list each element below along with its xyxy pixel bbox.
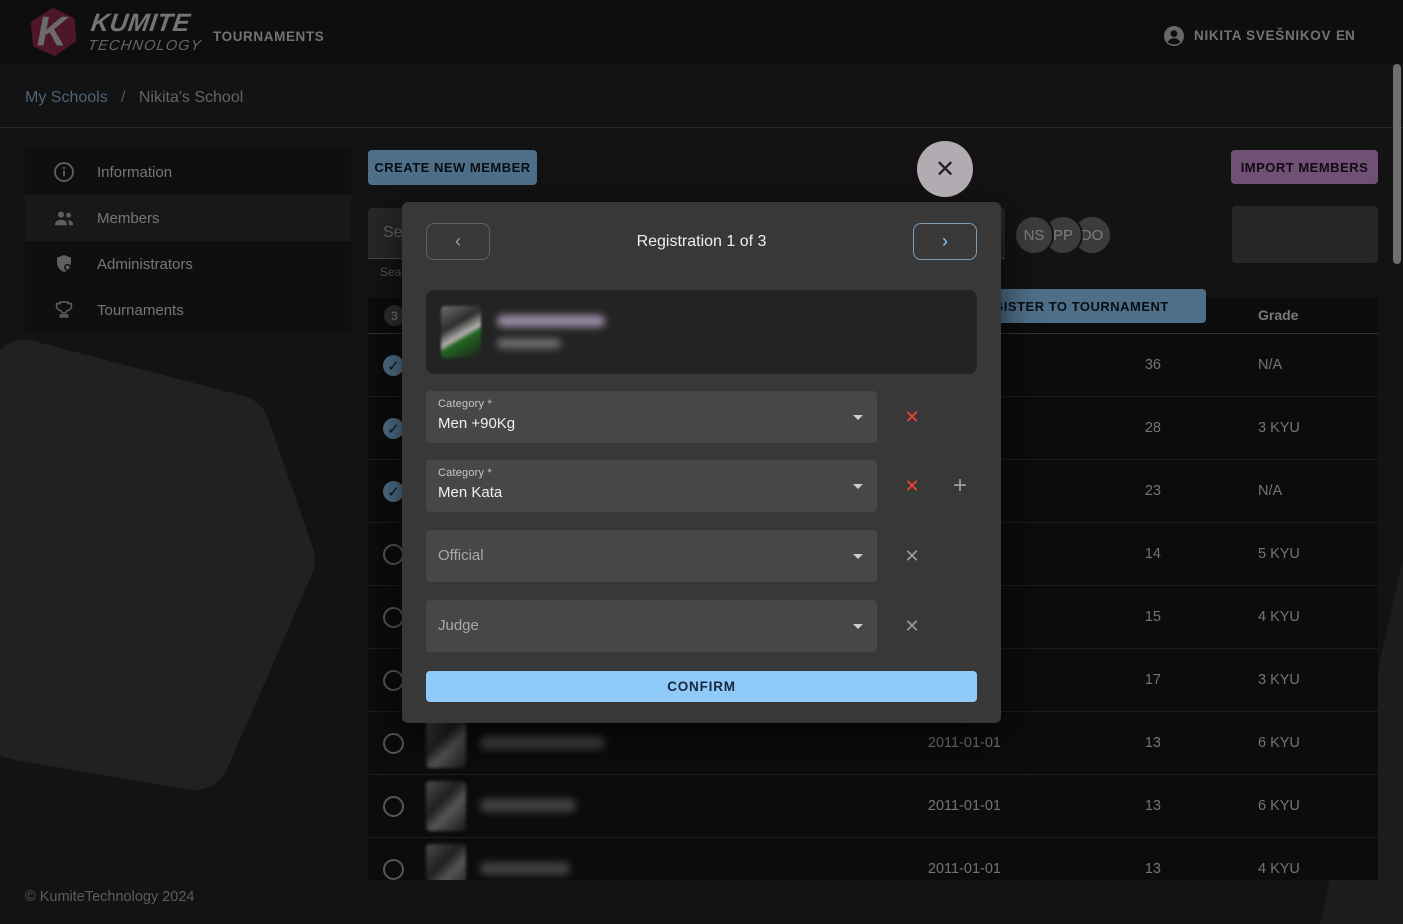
chevron-down-icon — [853, 624, 863, 629]
judge-select[interactable]: Judge — [426, 600, 877, 652]
clear-role-button[interactable]: ✕ — [896, 540, 928, 572]
app-root: K KUMITE TECHNOLOGY TOURNAMENTS NIKITA S… — [0, 0, 1403, 924]
member-birthday-redacted — [497, 339, 561, 348]
registration-modal: ‹ Registration 1 of 3 › Category *Men +9… — [402, 202, 1001, 723]
add-category-button[interactable]: + — [944, 470, 976, 502]
category-select[interactable]: Category * Men +90Kg — [426, 391, 877, 443]
confirm-button[interactable]: CONFIRM — [426, 671, 977, 702]
member-photo-redacted — [441, 306, 481, 358]
chevron-down-icon — [853, 484, 863, 489]
official-select[interactable]: Official — [426, 530, 877, 582]
registration-title: Registration 1 of 3 — [402, 233, 1001, 251]
member-summary-card — [426, 290, 977, 374]
chevron-down-icon — [853, 415, 863, 420]
close-icon: ✕ — [935, 155, 955, 184]
field-value: Men Kata — [438, 484, 502, 501]
chevron-down-icon — [853, 554, 863, 559]
field-value: Men +90Kg — [438, 415, 515, 432]
member-name-redacted — [497, 315, 605, 327]
remove-category-button[interactable]: ✕ — [896, 470, 928, 502]
category-select[interactable]: Category * Men Kata — [426, 460, 877, 512]
clear-role-button[interactable]: ✕ — [896, 610, 928, 642]
field-label: Category * — [438, 467, 492, 479]
field-value: Official — [438, 547, 484, 564]
scrollbar-thumb[interactable] — [1393, 64, 1401, 264]
modal-close-button[interactable]: ✕ — [917, 141, 973, 197]
field-value: Judge — [438, 617, 479, 634]
next-registration-button[interactable]: › — [913, 223, 977, 260]
field-label: Category * — [438, 398, 492, 410]
chevron-right-icon: › — [942, 231, 948, 252]
remove-category-button[interactable]: ✕ — [896, 401, 928, 433]
